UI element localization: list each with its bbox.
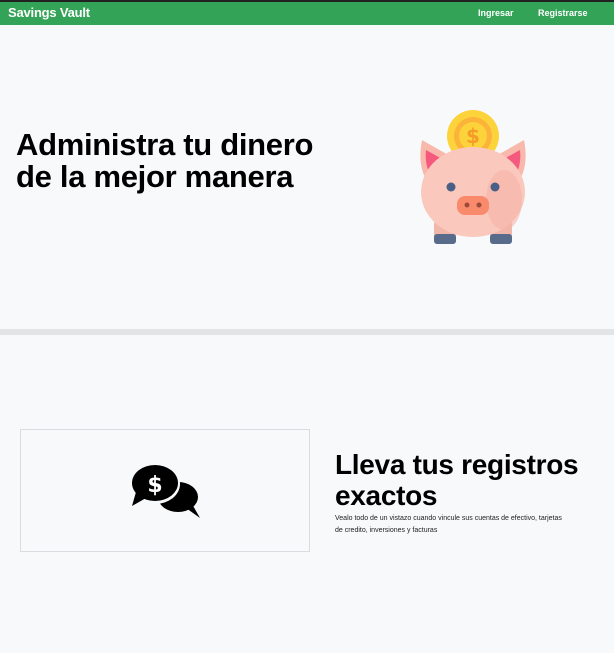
svg-text:$: $	[466, 124, 480, 148]
svg-text:$: $	[147, 473, 162, 498]
hero-title: Administra tu dinero de la mejor manera	[16, 127, 314, 194]
feature-section: $ Lleva tus registros exactos Vealo todo…	[0, 335, 614, 653]
hero-section: Administra tu dinero de la mejor manera …	[0, 25, 614, 329]
feature-description: Vealo todo de un vistazo cuando vincule …	[335, 515, 562, 534]
navbar: Savings Vault Ingresar Registrarse	[0, 2, 614, 25]
brand-logo-text[interactable]: Savings Vault	[8, 5, 90, 20]
piggy-bank-coin-icon: $	[420, 110, 526, 244]
money-chat-icon: $	[130, 464, 200, 518]
feature-image-card: $	[20, 429, 310, 552]
feature-title: Lleva tus registros exactos	[335, 449, 579, 511]
register-link[interactable]: Registrarse	[538, 8, 588, 18]
login-link[interactable]: Ingresar	[478, 8, 514, 18]
